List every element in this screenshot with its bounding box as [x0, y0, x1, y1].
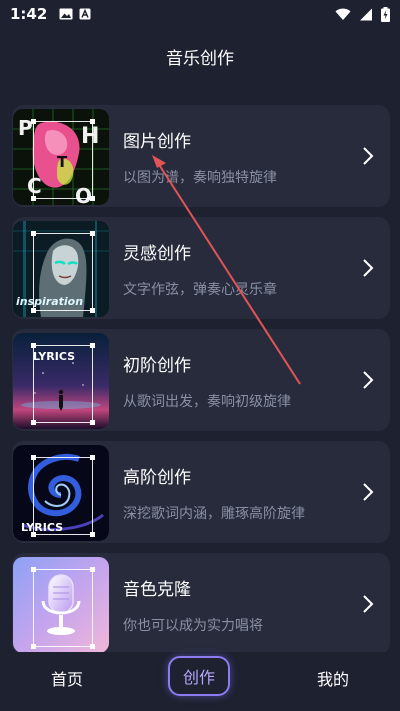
inspiration-creation-thumbnail: inspiration	[13, 221, 109, 317]
signal-icon	[360, 8, 372, 20]
card-subtitle: 你也可以成为实力唱将	[123, 618, 263, 634]
card-subtitle: 以图为谱，奏响独特旋律	[123, 170, 277, 186]
nav-mine[interactable]: 我的	[317, 666, 349, 690]
advanced-creation-thumbnail: LYRICS	[13, 445, 109, 541]
chevron-right-icon	[363, 371, 374, 389]
card-subtitle: 文字作弦，弹奏心灵乐章	[123, 282, 277, 298]
chevron-right-icon	[363, 259, 374, 277]
battery-charging-icon	[381, 6, 390, 22]
image-icon	[59, 8, 73, 20]
card-title: 图片创作	[123, 132, 191, 152]
card-image-creation[interactable]: P H T C O 图片创作 以图为谱，奏响独特旋律	[12, 105, 390, 207]
wifi-icon	[335, 8, 351, 20]
beginner-creation-thumbnail: LYRICS	[13, 333, 109, 429]
card-title: 初阶创作	[123, 356, 191, 376]
image-creation-thumbnail: P H T C O	[13, 109, 109, 205]
card-subtitle: 深挖歌词内涵，雕琢高阶旋律	[123, 506, 305, 522]
card-title: 音色克隆	[123, 580, 191, 600]
crop-frame	[31, 231, 95, 313]
crop-frame	[31, 567, 95, 649]
card-subtitle: 从歌词出发，奏响初级旋律	[123, 394, 291, 410]
chevron-right-icon	[363, 595, 374, 613]
status-bar: 1:42	[0, 0, 400, 28]
card-advanced-creation[interactable]: LYRICS 高阶创作 深挖歌词内涵，雕琢高阶旋律	[12, 441, 390, 543]
page-title: 音乐创作	[166, 49, 234, 69]
crop-frame	[31, 343, 95, 425]
crop-frame	[31, 119, 95, 201]
voice-clone-thumbnail	[13, 557, 109, 653]
nav-create-label: 创作	[182, 668, 215, 687]
nav-home[interactable]: 首页	[51, 666, 83, 690]
card-voice-clone[interactable]: 音色克隆 你也可以成为实力唱将	[12, 553, 390, 655]
status-time: 1:42	[10, 5, 48, 23]
card-beginner-creation[interactable]: LYRICS 初阶创作 从歌词出发，奏响初级旋律	[12, 329, 390, 431]
chevron-right-icon	[363, 147, 374, 165]
nav-create[interactable]: 创作	[168, 656, 230, 696]
card-title: 高阶创作	[123, 468, 191, 488]
a-letter-icon	[79, 8, 91, 20]
bottom-nav: 首页 创作 我的	[0, 652, 400, 711]
card-inspiration-creation[interactable]: inspiration 灵感创作 文字作弦，弹奏心灵乐章	[12, 217, 390, 319]
crop-frame	[31, 455, 95, 537]
card-title: 灵感创作	[123, 244, 191, 264]
chevron-right-icon	[363, 483, 374, 501]
